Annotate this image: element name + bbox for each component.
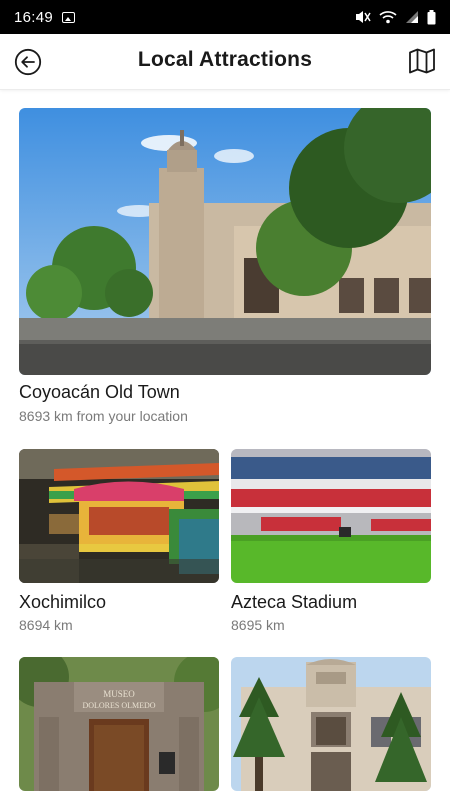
attraction-card[interactable]: Coyoacán Old Town 8693 km from your loca… <box>19 108 431 428</box>
battery-icon <box>427 9 436 24</box>
attraction-card[interactable]: Azteca Stadium 8695 km <box>231 449 431 637</box>
status-icons <box>355 9 436 25</box>
attraction-distance: 8694 km <box>19 617 73 633</box>
attraction-photo <box>19 108 431 375</box>
page-title: Local Attractions <box>137 48 313 71</box>
image-notification-icon <box>62 11 76 23</box>
attraction-name: Xochimilco <box>19 592 107 612</box>
attraction-name: Coyoacán Old Town <box>19 382 180 402</box>
map-icon <box>409 48 435 74</box>
attraction-photo: MUSEO DOLORES OLMEDO <box>19 657 219 791</box>
attraction-card[interactable]: Xochimilco 8694 km <box>19 449 219 637</box>
attraction-distance: 8695 km <box>231 617 285 633</box>
signal-icon <box>406 11 418 23</box>
attraction-card[interactable]: MUSEO DOLORES OLMEDO <box>19 657 219 800</box>
status-bar: 16:49 <box>0 0 450 34</box>
attraction-name: Azteca Stadium <box>231 592 358 612</box>
museum-sign-text: MUSEO <box>103 689 135 699</box>
attraction-photo <box>231 657 431 791</box>
wifi-icon <box>379 11 397 24</box>
attraction-distance: 8693 km from your location <box>19 408 188 424</box>
mute-icon <box>356 11 371 23</box>
status-time: 16:49 <box>14 8 54 26</box>
app-header: Local Attractions <box>0 34 450 90</box>
attraction-photo <box>19 449 219 583</box>
museum-sign-text: DOLORES OLMEDO <box>82 701 155 710</box>
attraction-photo <box>231 449 431 583</box>
map-button[interactable] <box>408 47 436 75</box>
attraction-card[interactable] <box>231 657 431 800</box>
